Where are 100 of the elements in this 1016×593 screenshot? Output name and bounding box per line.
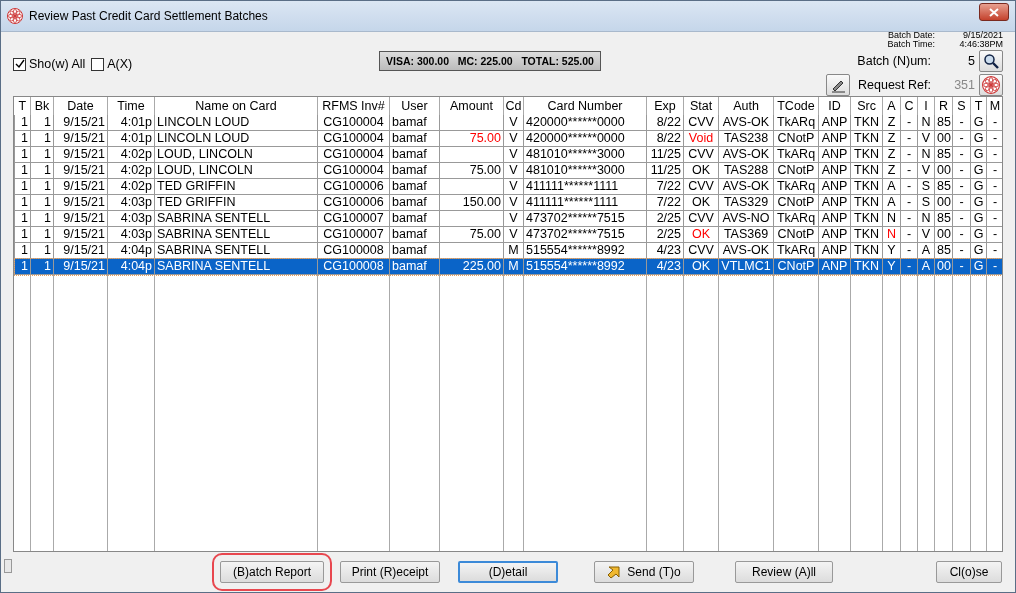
table-cell: G	[973, 163, 984, 177]
table-cell: -	[959, 131, 964, 145]
action-button[interactable]: (D)etail	[458, 561, 558, 583]
table-cell: -	[906, 195, 912, 209]
table-cell: bamaf	[392, 259, 427, 273]
table-cell: 7/22	[656, 179, 681, 193]
table-cell: 2/25	[656, 227, 681, 241]
table-cell: AVS-OK	[722, 243, 770, 257]
arrow-icon	[607, 565, 622, 579]
table-cell: 11/25	[650, 147, 681, 161]
table-cell: 1	[21, 227, 28, 241]
table-cell: 1	[21, 179, 28, 193]
table-row[interactable]: 1 1 9/15/21 4:01p LINCOLN LOUD CG100004 bamaf 75.00 V 420000******0000 8/22 Void TAS238 CNotP ANP TKN Z - V 00 - G -	[14, 130, 1002, 147]
table-cell: S	[921, 195, 931, 209]
table-cell: V	[509, 115, 518, 129]
table-cell: A	[921, 259, 931, 273]
action-button[interactable]: Cl(o)se	[936, 561, 1002, 583]
table-cell: G	[973, 115, 984, 129]
table-cell: -	[906, 179, 912, 193]
column-header[interactable]: RFMS Inv#	[317, 97, 390, 115]
table-cell: Y	[887, 243, 896, 257]
column-header[interactable]: T	[14, 97, 31, 115]
table-cell: -	[959, 115, 964, 129]
column-header[interactable]: R	[934, 97, 953, 115]
table-cell: 1	[44, 131, 51, 145]
table-cell: 420000******0000	[526, 115, 625, 129]
column-header[interactable]: Time	[107, 97, 155, 115]
column-header[interactable]: S	[952, 97, 971, 115]
table-cell: TkARq	[776, 115, 816, 129]
table-cell: TED GRIFFIN	[157, 179, 236, 193]
flower-logo-icon	[7, 8, 23, 24]
table-row[interactable]: 1 1 9/15/21 4:03p SABRINA SENTELL CG100007 bamaf V 473702******7515 2/25 CVV AVS-NO TkARq ANP TKN N - N 85 - G -	[14, 210, 1002, 227]
table-row[interactable]: 1 1 9/15/21 4:03p SABRINA SENTELL CG100007 bamaf 75.00 V 473702******7515 2/25 OK TAS369 CNotP ANP TKN N - V 00 - G -	[14, 226, 1002, 243]
table-cell: TKN	[854, 147, 879, 161]
column-header[interactable]: Amount	[439, 97, 504, 115]
table-cell: 85	[937, 179, 951, 193]
logo-button[interactable]	[979, 74, 1003, 96]
table-row[interactable]: 1 1 9/15/21 4:02p LOUD, LINCOLN CG100004 bamaf 75.00 V 481010******3000 11/25 OK TAS288 CNotP ANP TKN Z - V 00 - G -	[14, 162, 1002, 179]
table-cell: V	[921, 163, 931, 177]
table-cell: A	[921, 243, 931, 257]
column-header[interactable]: Exp	[646, 97, 684, 115]
table-cell: 9/15/21	[63, 259, 105, 273]
column-header[interactable]: Bk	[30, 97, 54, 115]
column-header[interactable]: Name on Card	[154, 97, 318, 115]
table-cell: -	[906, 227, 912, 241]
column-header[interactable]: C	[900, 97, 918, 115]
column-header[interactable]: M	[986, 97, 1002, 115]
table-row[interactable]: 1 1 9/15/21 4:04p SABRINA SENTELL CG100008 bamaf 225.00 M 515554******8992 4/23 OK VTLMC1 CNotP ANP TKN Y - A 00 - G -	[14, 258, 1002, 275]
column-header[interactable]: ID	[818, 97, 851, 115]
table-cell: ANP	[821, 179, 848, 193]
table-cell: 9/15/21	[63, 227, 105, 241]
checkbox[interactable]	[13, 57, 26, 71]
column-header[interactable]: A	[882, 97, 901, 115]
edit-button[interactable]	[826, 74, 851, 96]
action-button[interactable]: Review (A)ll	[735, 561, 833, 583]
table-cell: -	[959, 259, 964, 273]
table-cell: 481010******3000	[526, 147, 625, 161]
table-cell: SABRINA SENTELL	[157, 259, 271, 273]
table-cell: -	[959, 227, 964, 241]
table-cell: TkARq	[776, 147, 816, 161]
table-cell: bamaf	[392, 227, 427, 241]
table-cell: TKN	[854, 195, 879, 209]
table-cell: -	[959, 195, 964, 209]
table-cell: 411111******1111	[526, 195, 619, 209]
column-header[interactable]: Src	[850, 97, 883, 115]
close-button[interactable]	[979, 3, 1009, 21]
column-header[interactable]: User	[389, 97, 440, 115]
table-cell: 1	[21, 243, 28, 257]
table-cell: A	[887, 195, 896, 209]
search-button[interactable]	[979, 50, 1003, 72]
checkbox[interactable]	[91, 57, 105, 71]
table-cell: 4:03p	[120, 195, 152, 209]
close-icon	[989, 7, 999, 17]
column-header[interactable]: Card Number	[523, 97, 647, 115]
table-cell: 9/15/21	[63, 115, 105, 129]
action-button[interactable]: Print (R)eceipt	[340, 561, 440, 583]
table-cell: 85	[937, 243, 951, 257]
table-row[interactable]: 1 1 9/15/21 4:03p TED GRIFFIN CG100006 bamaf 150.00 V 411111******1111 7/22 OK TAS329 CNotP ANP TKN A - S 00 - G -	[14, 194, 1002, 211]
table-cell: -	[906, 131, 912, 145]
table-cell: 1	[21, 163, 28, 177]
table-cell: Void	[688, 131, 714, 145]
action-button[interactable]: Send (T)o	[594, 561, 694, 583]
resize-grip[interactable]	[4, 559, 12, 573]
column-header[interactable]: I	[917, 97, 935, 115]
table-cell: V	[509, 163, 518, 177]
table-cell: A	[887, 179, 896, 193]
table-cell: ANP	[821, 147, 848, 161]
totals-button[interactable]: VISA: 300.00 MC: 225.00 TOTAL: 525.00	[379, 51, 601, 71]
column-header[interactable]: Stat	[683, 97, 719, 115]
column-header[interactable]: TCode	[773, 97, 819, 115]
table-row[interactable]: 1 1 9/15/21 4:01p LINCOLN LOUD CG100004 bamaf V 420000******0000 8/22 CVV AVS-OK TkARq ANP TKN Z - N 85 - G -	[14, 115, 1002, 131]
column-header[interactable]: T	[970, 97, 987, 115]
table-cell: G	[973, 147, 984, 161]
table-row[interactable]: 1 1 9/15/21 4:02p TED GRIFFIN CG100006 bamaf V 411111******1111 7/22 CVV AVS-OK TkARq ANP TKN A - S 85 - G -	[14, 178, 1002, 195]
column-header[interactable]: Cd	[503, 97, 524, 115]
column-header[interactable]: Date	[53, 97, 108, 115]
table-cell: 00	[937, 195, 951, 209]
column-header[interactable]: Auth	[718, 97, 774, 115]
table-cell: -	[906, 211, 912, 225]
table-row[interactable]: 1 1 9/15/21 4:02p LOUD, LINCOLN CG100004 bamaf V 481010******3000 11/25 CVV AVS-OK TkARq ANP TKN Z - N 85 - G -	[14, 146, 1002, 163]
